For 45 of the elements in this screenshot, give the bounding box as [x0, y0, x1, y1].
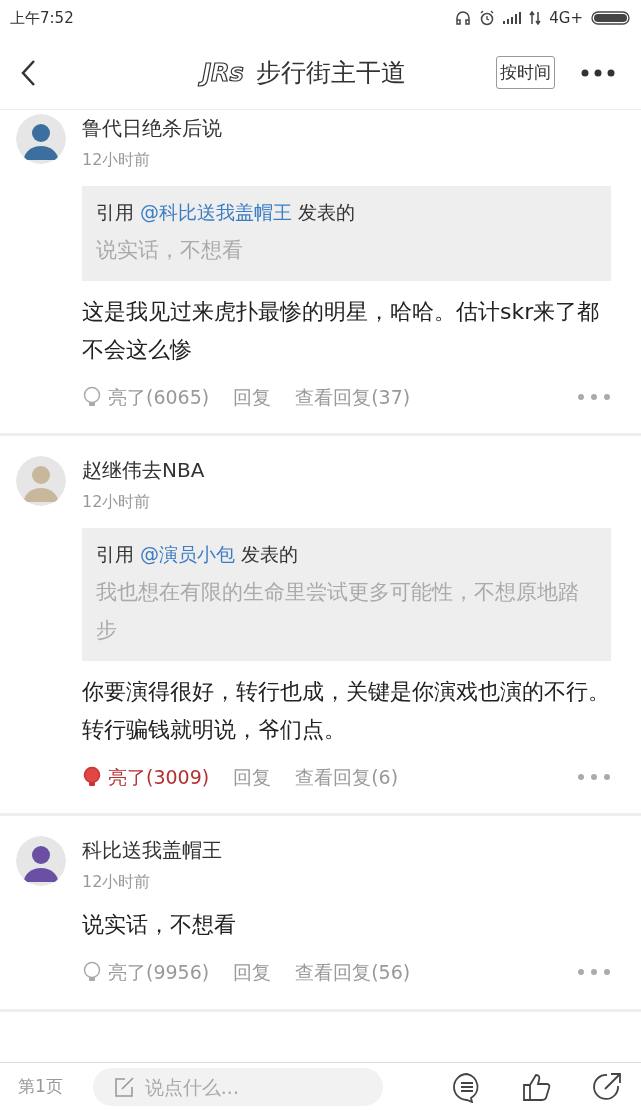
comment-field[interactable]: 说点什么...	[92, 1067, 383, 1106]
lightbulb-icon	[82, 385, 102, 408]
comment-text: 说实话，不想看	[82, 911, 237, 939]
light-button[interactable]: 亮了(9956)	[82, 958, 210, 987]
lightbulb-icon	[82, 765, 102, 788]
reply-button[interactable]: 回复	[233, 762, 272, 791]
view-replies-button[interactable]: 查看回复(56)	[295, 958, 411, 987]
light-button[interactable]: 亮了(3009)	[82, 762, 210, 791]
lightbulb-icon	[82, 961, 102, 984]
quote-text: 说实话，不想看	[96, 236, 244, 264]
author-link[interactable]: @演员小包	[140, 543, 236, 565]
page-title: 步行街主干道	[255, 56, 406, 89]
edit-icon	[112, 1075, 135, 1098]
share-icon[interactable]	[591, 1070, 623, 1103]
comment-text: 这是我见过来虎扑最惨的明星，哈哈。估计skr来了都不会这么惨	[82, 297, 601, 364]
headphones-icon	[455, 10, 472, 26]
avatar[interactable]	[16, 114, 66, 164]
more-icon[interactable]	[581, 68, 615, 77]
username[interactable]: 赵继伟去NBA	[82, 456, 611, 484]
author-link[interactable]: @科比送我盖帽王	[140, 201, 293, 223]
quote-text: 我也想在有限的生命里尝试更多可能性，不想原地踏步	[96, 578, 580, 644]
sort-button[interactable]: 按时间	[496, 55, 555, 90]
comment-text: 转行骗钱就明说，爷们点。	[82, 715, 347, 744]
page-label[interactable]: 第1页	[18, 1073, 63, 1100]
view-replies-button[interactable]: 查看回复(37)	[295, 382, 411, 411]
battery-icon	[591, 10, 631, 26]
view-replies-button[interactable]: 查看回复(6)	[295, 762, 399, 791]
username[interactable]: 科比送我盖帽王	[82, 836, 611, 864]
post-time: 12小时前	[82, 871, 152, 893]
reply-button[interactable]: 回复	[233, 382, 272, 411]
reply-button[interactable]: 回复	[233, 958, 272, 987]
quote-header: 引用 @演员小包 发表的	[96, 542, 300, 567]
alarm-icon	[479, 10, 496, 26]
data-arrows-icon	[529, 11, 542, 25]
username[interactable]: 鲁代日绝杀后说	[82, 114, 611, 142]
avatar[interactable]	[16, 836, 66, 886]
light-button[interactable]: 亮了(6065)	[82, 382, 210, 411]
post-time: 12小时前	[82, 491, 152, 513]
network-label: 4G+	[549, 7, 583, 29]
status-time: 上午7:52	[10, 7, 74, 29]
post-time: 12小时前	[82, 149, 152, 171]
signal-icon	[503, 12, 522, 24]
quote-header: 引用 @科比送我盖帽王 发表的	[96, 200, 357, 225]
logo: JRs	[198, 56, 248, 89]
comment-text: 你要演得很好，转行也成，关键是你演戏也演的不行。	[82, 677, 611, 706]
